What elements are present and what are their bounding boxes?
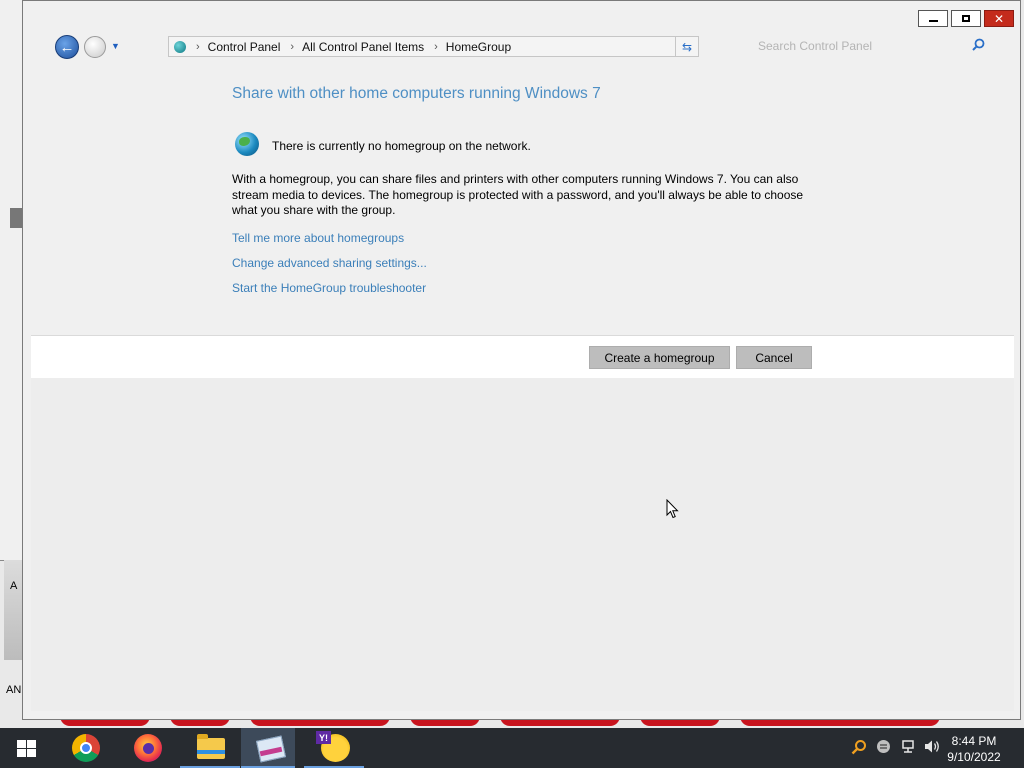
page-title: Share with other home computers running … [232,85,601,102]
recent-pages-dropdown-icon[interactable]: ▼ [111,41,120,51]
button-bar: Create a homegroup Cancel [31,336,1014,378]
yahoo-badge: Y! [316,731,331,744]
breadcrumb-separator[interactable]: › [196,41,200,53]
chrome-icon [72,734,100,762]
create-homegroup-button[interactable]: Create a homegroup [589,346,730,369]
volume-tray-icon[interactable] [924,739,941,757]
search-input[interactable]: Search Control Panel [749,36,992,57]
link-advanced-sharing-settings[interactable]: Change advanced sharing settings... [232,256,427,270]
background-scrollbar-thumb[interactable] [10,208,22,228]
empty-content-area [31,378,1014,711]
desktop-icon-label: AN [6,684,22,696]
maximize-button[interactable] [951,10,981,27]
breadcrumb-control-panel[interactable]: Control Panel [208,40,281,54]
homegroup-description: With a homegroup, you can share files an… [232,172,804,217]
taskbar-yahoo-messenger[interactable]: Y! [304,728,364,768]
back-button[interactable]: ← [55,35,79,59]
title-bar-buttons: ✕ [918,10,1014,27]
desktop-icon[interactable] [4,560,24,660]
breadcrumb-homegroup[interactable]: HomeGroup [446,40,511,54]
file-explorer-icon [197,734,225,759]
mouse-cursor-icon [666,498,679,524]
start-button[interactable] [0,728,54,768]
search-icon[interactable] [972,38,985,54]
refresh-button[interactable]: ⇆ [675,36,699,57]
breadcrumb-all-control-panel-items[interactable]: All Control Panel Items [302,40,424,54]
taskbar: Y! 8:44 PM 9/10/2022 [0,728,1024,768]
cancel-button[interactable]: Cancel [736,346,812,369]
back-arrow-icon: ← [59,38,75,56]
control-panel-globe-icon [174,40,186,53]
breadcrumb-separator[interactable]: › [434,41,438,53]
minimize-button[interactable] [918,10,948,27]
homegroup-window: ✕ ← ▼ › Control Panel › All Control Pane… [22,0,1021,720]
close-button[interactable]: ✕ [984,10,1014,27]
taskbar-firefox[interactable] [118,728,178,768]
search-tray-icon[interactable] [851,739,867,758]
homegroup-status-text: There is currently no homegroup on the n… [272,139,531,153]
desktop-icon-label: A [10,580,18,592]
maximize-icon [962,15,970,22]
homegroup-globe-icon [235,132,259,156]
address-bar[interactable]: › Control Panel › All Control Panel Item… [168,36,699,57]
windows-logo-icon [17,740,36,757]
notification-tray-icon[interactable] [876,739,891,757]
taskbar-control-panel[interactable] [241,728,295,768]
clock-date: 9/10/2022 [947,750,1001,764]
breadcrumb-separator[interactable]: › [290,41,294,53]
network-tray-icon[interactable] [900,739,916,757]
link-homegroup-troubleshooter[interactable]: Start the HomeGroup troubleshooter [232,281,426,295]
firefox-icon [134,734,162,762]
close-icon: ✕ [993,11,1005,26]
forward-button[interactable] [84,36,106,58]
control-panel-icon [254,734,287,763]
minimize-icon [928,20,938,22]
link-tell-me-more[interactable]: Tell me more about homegroups [232,231,404,245]
taskbar-file-explorer[interactable] [180,728,240,768]
clock-time: 8:44 PM [951,734,997,748]
taskbar-clock[interactable]: 8:44 PM 9/10/2022 [944,733,1004,765]
taskbar-chrome[interactable] [56,728,116,768]
refresh-icon: ⇆ [681,39,693,54]
